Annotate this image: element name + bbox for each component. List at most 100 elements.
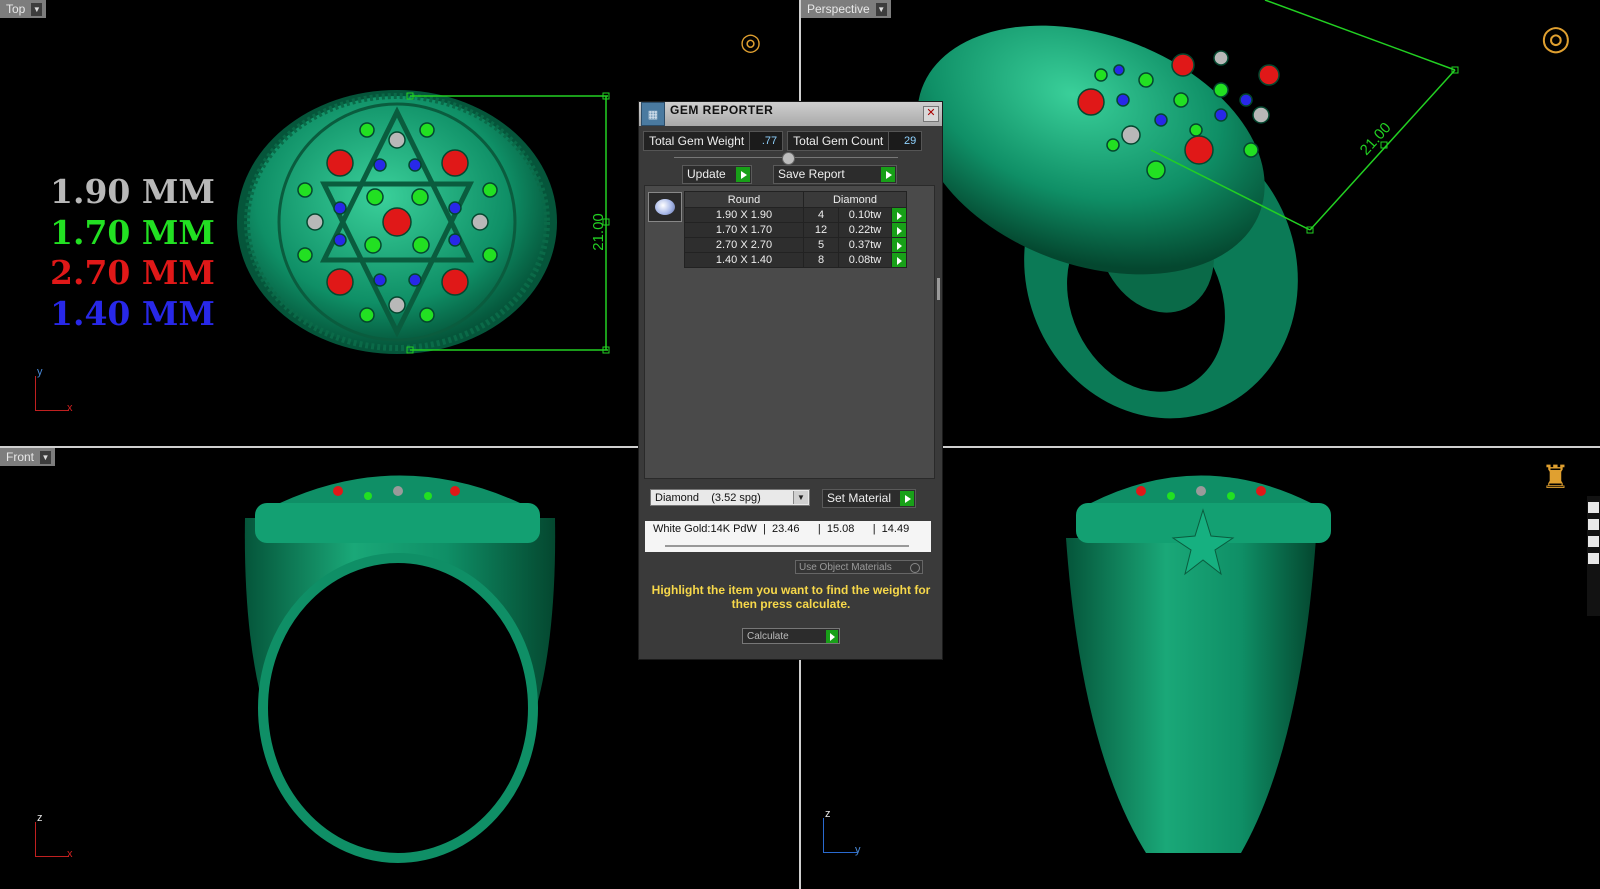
ring-hole-front [258,553,538,863]
gem-stone [441,149,469,177]
viewport-label-front[interactable]: Front ▼ [0,448,56,466]
gem-stone [1154,113,1168,127]
gem-stone [297,247,313,263]
save-report-label: Save Report [778,167,845,181]
perspective-dimension-label: 21.00 [1357,119,1395,158]
gem-stone [1113,64,1125,76]
gem-size: 1.40 X 1.40 [684,252,804,268]
material-select-value: Diamond (3.52 spg) [655,492,761,504]
horizontal-scrollbar[interactable] [665,545,909,547]
select-row-icon[interactable] [891,237,907,253]
calculate-button[interactable]: Calculate [742,628,840,644]
window-icon[interactable] [1588,536,1599,547]
dropdown-arrow-icon[interactable]: ▼ [875,2,887,16]
top-dimension-label: 21.00 [590,213,607,251]
gem-stone [1121,125,1141,145]
table-row[interactable]: 2.70 X 2.70 5 0.37tw [684,237,907,253]
camera-icon[interactable] [1588,502,1599,513]
gem-stone [326,149,354,177]
gem-count: 4 [803,207,839,223]
set-material-button[interactable]: Set Material [822,489,916,508]
viewport-label-text: Perspective [807,2,870,16]
gem-stone [448,233,462,247]
radio-icon[interactable] [910,563,920,573]
material-select[interactable]: Diamond (3.52 spg) ▼ [650,489,810,506]
gem-stone [441,268,469,296]
play-arrow-icon [826,630,838,643]
gem-stone [1138,72,1154,88]
instruction-hint: Highlight the item you want to find the … [651,583,931,611]
chevron-down-icon[interactable]: ▼ [793,491,808,504]
select-row-icon[interactable] [891,207,907,223]
dropdown-arrow-icon[interactable]: ▼ [31,2,43,16]
gem-stone [373,158,387,172]
gem-stone [1184,135,1214,165]
table-row[interactable]: 1.70 X 1.70 12 0.22tw [684,222,907,238]
gem-reporter-dialog[interactable]: ▦ GEM REPORTER ✕ Total Gem Weight .77 To… [638,101,943,660]
use-object-materials-toggle[interactable]: Use Object Materials [795,560,923,574]
total-gem-weight-value: .77 [749,132,783,150]
select-row-icon[interactable] [891,252,907,268]
view-cube-ring-icon[interactable]: ◎ [1541,18,1571,58]
gem-stone [448,201,462,215]
table-row[interactable]: 1.40 X 1.40 8 0.08tw [684,252,907,268]
gem-stone [1214,108,1228,122]
gem-count: 12 [803,222,839,238]
gem-stone [1252,106,1270,124]
gem-stone [411,188,429,206]
gem-stone [1146,160,1166,180]
round-diamond-icon[interactable] [648,192,682,222]
gem-stone [359,307,375,323]
gem-stone [1239,93,1253,107]
total-gem-count-value: 29 [888,132,922,150]
gem-count: 5 [803,237,839,253]
axis-label-z: z [825,808,831,820]
close-icon[interactable]: ✕ [923,106,939,122]
gem-count: 8 [803,252,839,268]
gem-stone [419,307,435,323]
display-icon[interactable] [1588,519,1599,530]
total-gem-count-label: Total Gem Count [793,134,884,148]
gem-stone [1173,92,1189,108]
update-label: Update [687,167,726,181]
side-toolbar [1587,496,1600,616]
axis-gizmo-right: z y [819,808,869,864]
gem-stone [359,122,375,138]
table-row[interactable]: 1.90 X 1.90 4 0.10tw [684,207,907,223]
metal-weight-row[interactable]: White Gold:14K PdW | 23.46 | 15.08 | 14.… [645,521,931,552]
gem-stone [419,122,435,138]
viewport-label-top[interactable]: Top ▼ [0,0,47,18]
play-arrow-icon [900,491,914,506]
gem-list-panel: Round Diamond 1.90 X 1.90 4 0.10tw 1.70 … [644,185,935,479]
view-cube-ring-icon[interactable]: ◎ [740,28,761,56]
gem-stone [412,236,430,254]
gem-stone [1243,142,1259,158]
select-row-icon[interactable] [891,222,907,238]
gem-stone [373,273,387,287]
gem-stone [382,207,412,237]
gem-stone [482,182,498,198]
play-arrow-icon [881,167,895,182]
gem-stone [388,296,406,314]
dialog-titlebar[interactable]: ▦ GEM REPORTER ✕ [639,102,942,126]
dropdown-arrow-icon[interactable]: ▼ [40,450,52,464]
gem-stone [388,131,406,149]
play-arrow-icon [736,167,750,182]
update-button[interactable]: Update [682,165,752,184]
gem-stone [1258,64,1280,86]
set-material-label: Set Material [827,491,892,505]
save-report-button[interactable]: Save Report [773,165,897,184]
panel-scrollbar[interactable] [937,278,940,300]
legend-item-1-90: 1.90 MM [50,172,215,211]
calculate-label: Calculate [747,631,789,642]
total-gem-weight-label: Total Gem Weight [649,134,745,148]
view-cube-ring-icon[interactable]: ♜ [1541,458,1570,496]
axis-gizmo-top: y x [31,366,81,422]
axis-label-x: x [67,402,73,414]
gem-stone [1094,68,1108,82]
total-gem-count-field: Total Gem Count 29 [787,131,923,151]
gear-icon[interactable] [1588,553,1599,564]
collapse-slider[interactable] [674,152,898,165]
slider-knob[interactable] [782,152,795,165]
viewport-label-perspective[interactable]: Perspective ▼ [801,0,891,18]
